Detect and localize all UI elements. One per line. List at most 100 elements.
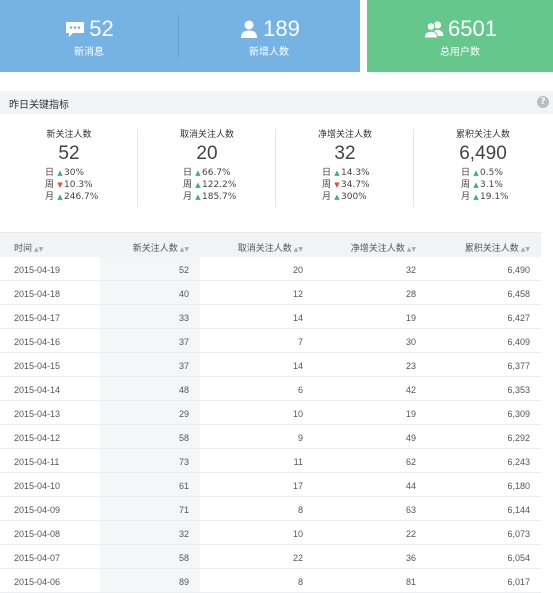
cell-total-follows: 6,427 [507, 313, 530, 323]
day-change: 30% [64, 168, 85, 178]
total-users-value: 6501 [448, 16, 497, 41]
day-label: 日 [45, 168, 55, 178]
cell-total-follows: 6,458 [507, 289, 530, 299]
cell-net-follows: 19 [405, 409, 416, 419]
table-row: 2015-04-17 33 14 19 6,427 [0, 305, 541, 329]
column-header-net-follows[interactable]: 净增关注人数 ▲▼ [351, 241, 416, 254]
column-header-total-follows[interactable]: 累积关注人数 ▲▼ [465, 241, 530, 254]
summary-cards: 52 新消息 189 新增人数 6501 总用户数 [0, 0, 553, 73]
cell-date: 2015-04-07 [14, 553, 61, 563]
month-change: 246.7% [64, 192, 99, 202]
table-row: 2015-04-09 71 8 63 6,144 [0, 497, 541, 521]
cell-net-follows: 62 [405, 457, 416, 467]
column-header-label: 取消关注人数 [237, 244, 292, 254]
cell-net-follows: 19 [405, 313, 416, 323]
cell-unfollows: 8 [297, 577, 303, 587]
cell-date: 2015-04-18 [14, 289, 61, 299]
day-label: 日 [183, 168, 193, 178]
cell-net-follows: 28 [405, 289, 416, 299]
kpi-total-follows: 累积关注人数 6,490 日 ▲0.5% 周 ▲3.1% 月 ▲19.1% [414, 125, 552, 205]
table-row: 2015-04-15 37 14 23 6,377 [0, 353, 541, 377]
cell-new-follows: 37 [178, 361, 189, 371]
kpi-section-header: 昨日关键指标 ? [0, 91, 553, 114]
total-users-card[interactable]: 6501 总用户数 [367, 0, 553, 72]
month-change: 300% [341, 192, 367, 202]
cell-new-follows: 37 [178, 337, 189, 347]
user-icon [238, 18, 260, 40]
cell-total-follows: 6,490 [507, 265, 530, 275]
arrow-up-icon: ▲ [473, 169, 479, 177]
cell-new-follows: 40 [178, 289, 189, 299]
kpi-unfollows: 取消关注人数 20 日 ▲66.7% 周 ▲122.2% 月 ▲185.7% [138, 125, 276, 207]
day-label: 日 [461, 168, 471, 178]
week-label: 周 [461, 180, 471, 190]
cell-date: 2015-04-15 [14, 361, 61, 371]
new-messages-label: 新消息 [74, 47, 104, 58]
cell-net-follows: 44 [405, 481, 416, 491]
cell-unfollows: 22 [292, 553, 303, 563]
month-change: 185.7% [202, 192, 237, 202]
cell-new-follows: 33 [178, 313, 189, 323]
sort-icon: ▲▼ [34, 246, 44, 253]
cell-net-follows: 30 [405, 337, 416, 347]
kpi-section-title: 昨日关键指标 [9, 100, 69, 111]
help-icon[interactable]: ? [537, 96, 549, 108]
sort-icon: ▲▼ [179, 246, 189, 253]
column-header-unfollows[interactable]: 取消关注人数 ▲▼ [238, 241, 303, 254]
new-messages-card[interactable]: 52 新消息 [0, 0, 178, 72]
cell-new-follows: 29 [178, 409, 189, 419]
cell-total-follows: 6,292 [507, 433, 530, 443]
kpi-name: 净增关注人数 [317, 130, 372, 140]
cell-total-follows: 6,073 [507, 529, 530, 539]
kpi-value: 20 [196, 143, 218, 164]
kpi-name: 取消关注人数 [179, 130, 234, 140]
kpi-value: 32 [334, 143, 356, 164]
cell-date: 2015-04-16 [14, 337, 61, 347]
table-row: 2015-04-16 37 7 30 6,409 [0, 329, 541, 353]
month-label: 月 [45, 192, 55, 202]
cell-new-follows: 58 [178, 553, 189, 563]
cell-unfollows: 11 [293, 457, 303, 467]
cell-total-follows: 6,243 [507, 457, 530, 467]
cell-new-follows: 48 [178, 385, 189, 395]
cell-date: 2015-04-09 [14, 505, 61, 515]
column-header-new-follows[interactable]: 新关注人数 ▲▼ [133, 241, 189, 254]
table-row: 2015-04-07 58 22 36 6,054 [0, 545, 541, 569]
cell-total-follows: 6,309 [507, 409, 530, 419]
table-row: 2015-04-14 48 6 42 6,353 [0, 377, 541, 401]
kpi-changes: 日 ▲14.3% 周 ▼34.7% 月 ▲300% [322, 167, 370, 203]
week-change: 10.3% [64, 180, 93, 190]
day-change: 66.7% [202, 168, 231, 178]
cell-unfollows: 12 [292, 289, 303, 299]
month-label: 月 [322, 192, 332, 202]
week-change: 34.7% [341, 180, 370, 190]
kpi-changes: 日 ▲66.7% 周 ▲122.2% 月 ▲185.7% [183, 167, 236, 203]
arrow-up-icon: ▲ [473, 193, 479, 201]
week-change: 122.2% [202, 180, 237, 190]
cell-unfollows: 17 [292, 481, 303, 491]
message-icon [64, 18, 86, 40]
day-change: 14.3% [341, 168, 370, 178]
new-users-label: 新增人数 [249, 47, 289, 58]
arrow-up-icon: ▲ [334, 193, 340, 201]
new-messages-value: 52 [89, 16, 114, 41]
cell-total-follows: 6,353 [507, 385, 530, 395]
cell-net-follows: 49 [405, 433, 416, 443]
table-row: 2015-04-10 61 17 44 6,180 [0, 473, 541, 497]
cell-net-follows: 42 [405, 385, 416, 395]
sort-icon: ▲▼ [520, 246, 530, 253]
cell-unfollows: 14 [292, 313, 303, 323]
kpi-changes: 日 ▲30% 周 ▼10.3% 月 ▲246.7% [45, 167, 98, 203]
kpi-new-follows: 新关注人数 52 日 ▲30% 周 ▼10.3% 月 ▲246.7% [0, 125, 138, 207]
week-label: 周 [322, 180, 332, 190]
column-header-date[interactable]: 时间 ▲▼ [14, 241, 43, 254]
cell-total-follows: 6,409 [507, 337, 530, 347]
kpi-value: 52 [58, 143, 80, 164]
day-label: 日 [322, 168, 332, 178]
arrow-down-icon: ▼ [334, 181, 340, 189]
cell-new-follows: 89 [178, 577, 189, 587]
new-users-card[interactable]: 189 新增人数 [180, 0, 358, 72]
kpi-net-follows: 净增关注人数 32 日 ▲14.3% 周 ▼34.7% 月 ▲300% [276, 125, 414, 207]
cell-date: 2015-04-19 [14, 265, 61, 275]
table-row: 2015-04-11 73 11 62 6,243 [0, 449, 541, 473]
